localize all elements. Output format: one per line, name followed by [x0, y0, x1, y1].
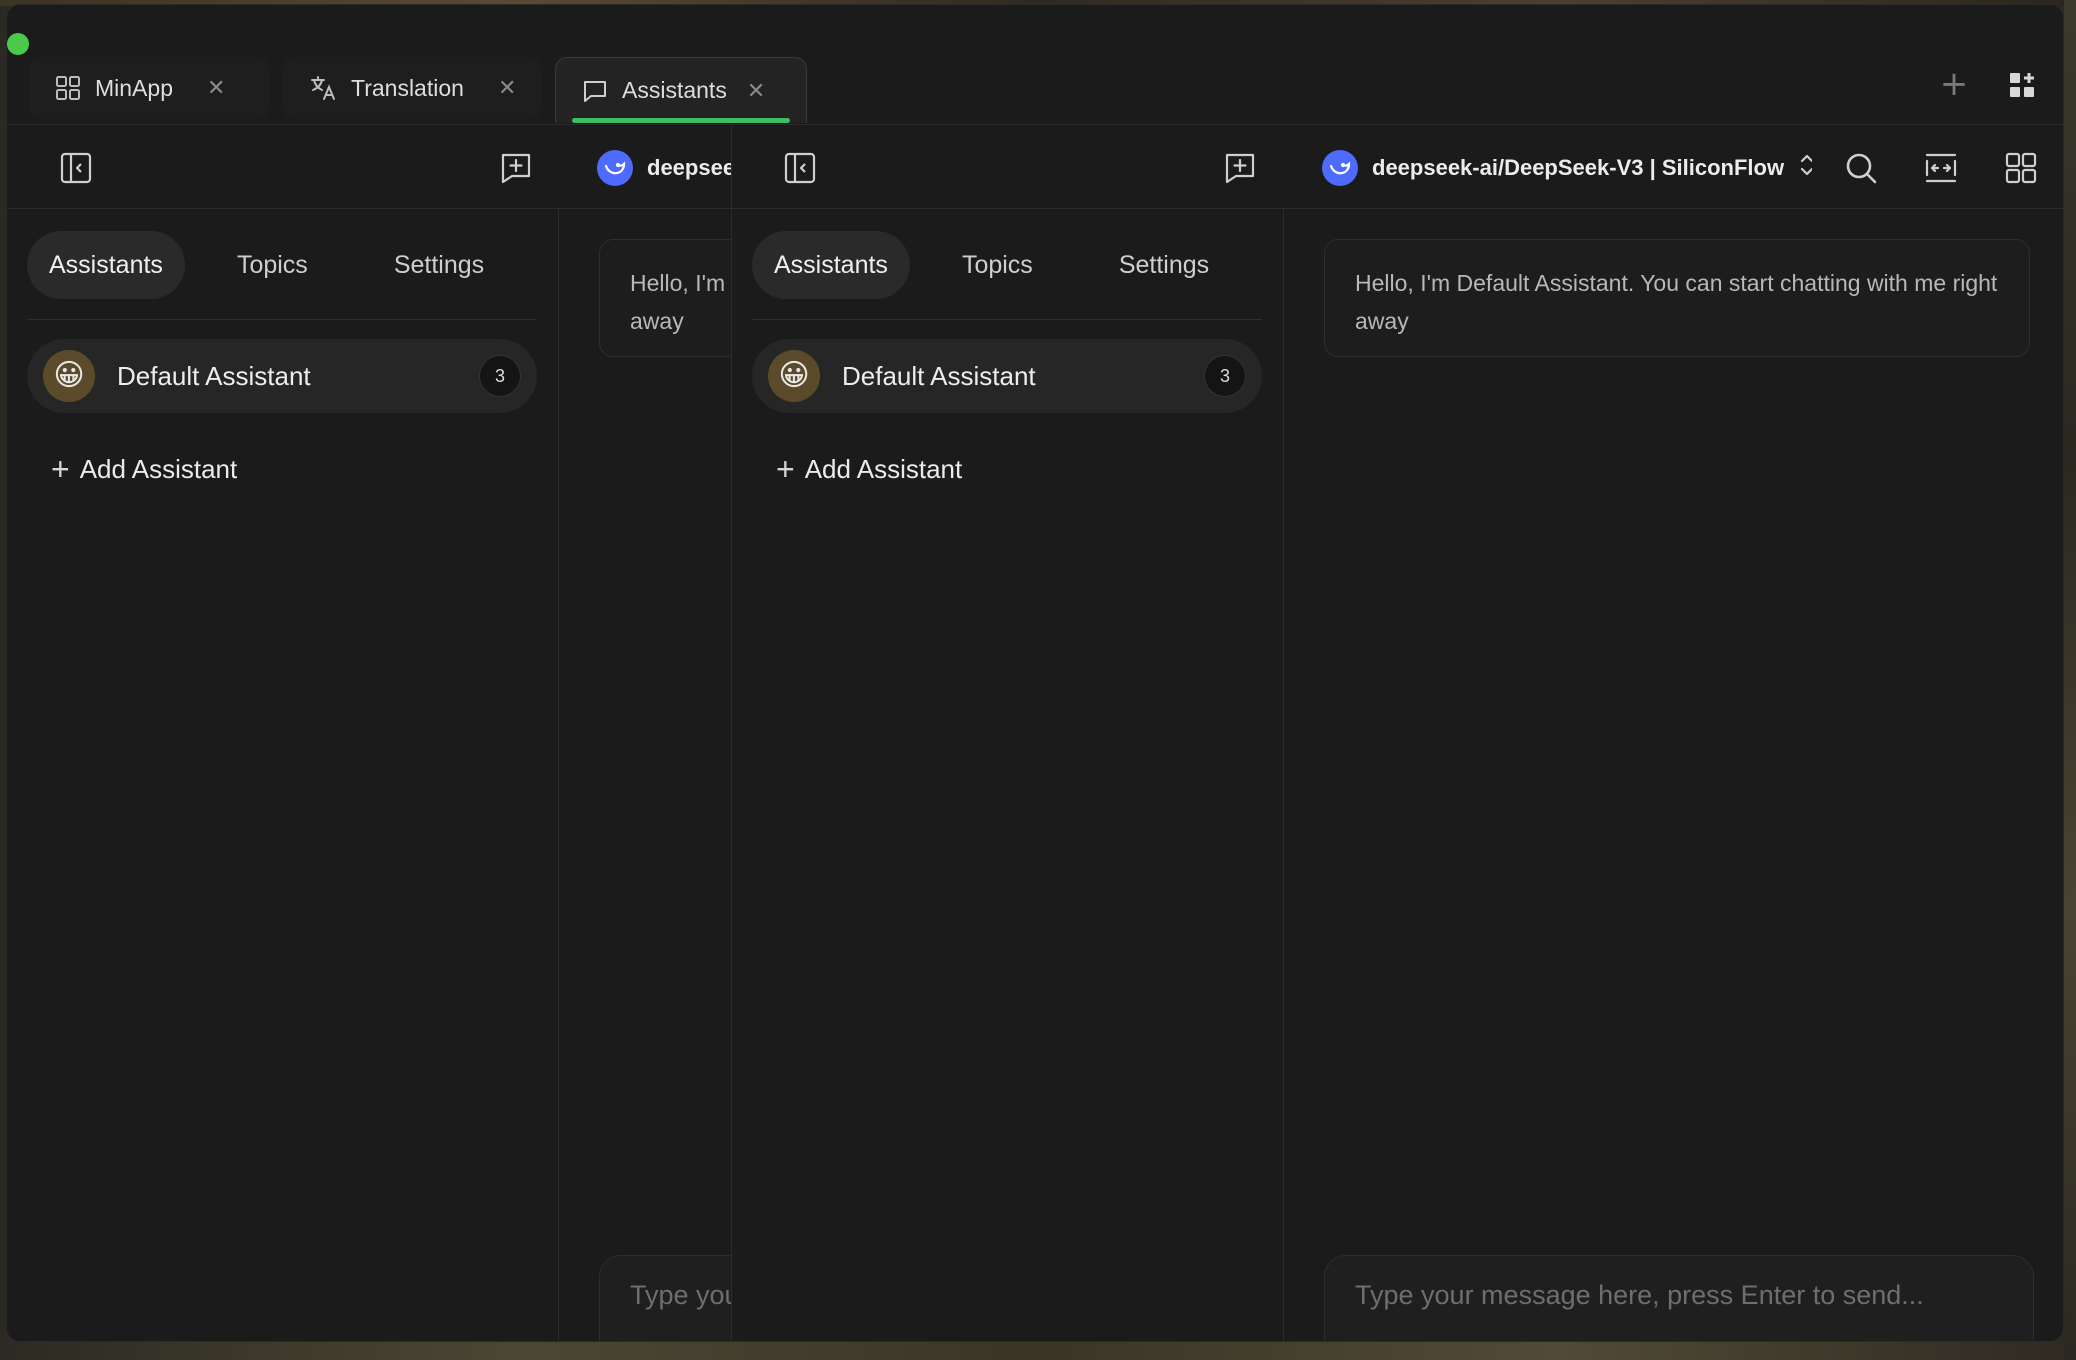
plus-icon: + [51, 451, 70, 487]
chat-pane-left: deepseek-ai/DeepSeek-V3 | SiliconFlow As… [7, 125, 731, 1341]
plus-icon: + [776, 451, 795, 487]
tab-label: MinApp [95, 74, 173, 101]
message-input-box [599, 1255, 731, 1341]
assistant-greeting-message: Hello, I'm Default Assistant. You can st… [599, 239, 731, 357]
add-assistant-label: Add Assistant [804, 453, 963, 484]
active-tab-indicator [572, 118, 790, 123]
avatar: 😀 [768, 350, 820, 402]
collapse-sidebar-icon[interactable] [783, 151, 817, 185]
pane-header: deepseek-ai/DeepSeek-V3 | SiliconFlow [732, 125, 2063, 209]
sidebar-tabs: Assistants Topics Settings [752, 229, 1262, 301]
tab-translation[interactable]: Translation ✕ [283, 57, 541, 119]
translate-icon [309, 74, 337, 102]
desktop-background-right [2064, 0, 2076, 1360]
assistants-sidebar: Assistants Topics Settings 😀 Default Ass… [7, 209, 559, 1341]
tab-bar: MinApp ✕ Translation ✕ Assistants ✕ + [7, 5, 2063, 125]
message-input-box [1324, 1255, 2034, 1341]
assistant-list-item[interactable]: 😀 Default Assistant 3 [27, 339, 537, 413]
close-icon[interactable]: ✕ [207, 75, 225, 101]
message-input[interactable] [630, 1280, 731, 1311]
tab-assistants-panel[interactable]: Assistants [752, 231, 910, 299]
tab-label: Translation [351, 74, 464, 101]
grid-icon [55, 75, 81, 101]
model-label: deepseek-ai/DeepSeek-V3 | SiliconFlow [1372, 155, 1785, 180]
divider [752, 319, 1262, 320]
collapse-sidebar-icon[interactable] [59, 151, 93, 185]
assistant-name: Default Assistant [842, 360, 1036, 391]
tab-settings[interactable]: Settings [1097, 231, 1231, 299]
app-window: MinApp ✕ Translation ✕ Assistants ✕ + de… [6, 4, 2064, 1342]
model-label: deepseek-ai/DeepSeek-V3 | SiliconFlow [647, 155, 731, 180]
pane-header: deepseek-ai/DeepSeek-V3 | SiliconFlow [7, 125, 731, 209]
assistant-name: Default Assistant [117, 360, 311, 391]
chat-area: Hello, I'm Default Assistant. You can st… [1284, 209, 2063, 1341]
new-topic-icon[interactable] [499, 151, 533, 185]
tab-topics[interactable]: Topics [215, 231, 330, 299]
add-assistant-label: Add Assistant [79, 453, 238, 484]
layout-grid-icon[interactable] [2004, 151, 2038, 185]
chat-area: Hello, I'm Default Assistant. You can st… [559, 209, 731, 1341]
new-topic-icon[interactable] [1223, 151, 1257, 185]
tab-label: Assistants [622, 77, 727, 103]
avatar: 😀 [43, 350, 95, 402]
add-assistant-button[interactable]: + Add Assistant [51, 449, 237, 489]
tab-assistants-panel[interactable]: Assistants [27, 231, 185, 299]
new-tab-button[interactable]: + [1937, 67, 1971, 103]
tab-minapp[interactable]: MinApp ✕ [29, 57, 269, 119]
assistant-list-item[interactable]: 😀 Default Assistant 3 [752, 339, 1262, 413]
tab-settings[interactable]: Settings [372, 231, 506, 299]
divider [27, 319, 537, 320]
message-input[interactable] [1355, 1280, 2003, 1311]
chevron-up-down-icon [1798, 152, 1812, 184]
close-icon[interactable]: ✕ [747, 78, 765, 104]
topic-count-badge: 3 [1204, 355, 1246, 397]
chat-pane-right: deepseek-ai/DeepSeek-V3 | SiliconFlow As… [731, 125, 2063, 1341]
close-icon[interactable]: ✕ [498, 75, 516, 101]
deepseek-logo-icon [597, 150, 633, 186]
narrow-mode-icon[interactable] [1924, 151, 1958, 185]
tab-topics[interactable]: Topics [940, 231, 1055, 299]
tab-assistants[interactable]: Assistants ✕ [555, 57, 807, 123]
assistant-greeting-message: Hello, I'm Default Assistant. You can st… [1324, 239, 2030, 357]
deepseek-logo-icon [1322, 150, 1358, 186]
search-icon[interactable] [1844, 151, 1878, 185]
model-selector[interactable]: deepseek-ai/DeepSeek-V3 | SiliconFlow [597, 149, 731, 187]
assistants-sidebar: Assistants Topics Settings 😀 Default Ass… [732, 209, 1284, 1341]
chat-bubble-icon [582, 78, 608, 104]
add-assistant-button[interactable]: + Add Assistant [776, 449, 962, 489]
topic-count-badge: 3 [479, 355, 521, 397]
apps-grid-icon[interactable] [2008, 71, 2038, 101]
window-status-dot[interactable] [7, 33, 29, 55]
model-selector[interactable]: deepseek-ai/DeepSeek-V3 | SiliconFlow [1322, 149, 1812, 187]
sidebar-tabs: Assistants Topics Settings [27, 229, 537, 301]
